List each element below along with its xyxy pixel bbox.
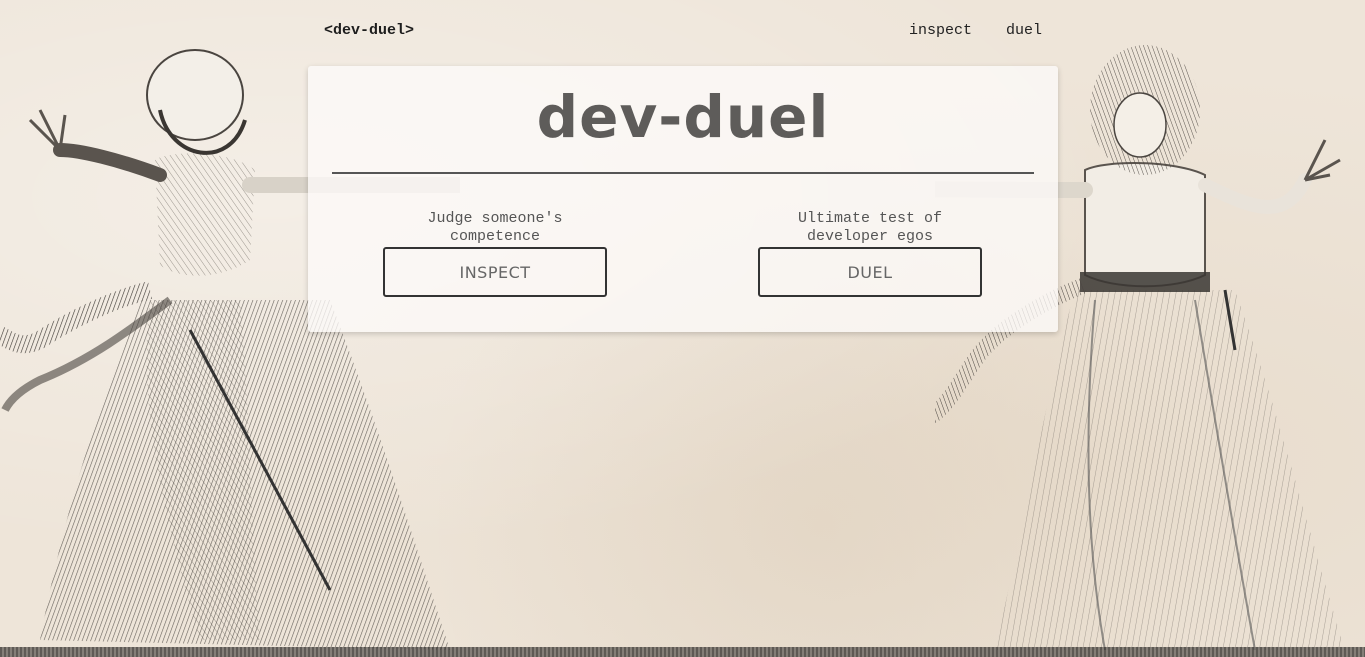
- nav-links: inspect duel: [909, 22, 1042, 39]
- brand-logo-link[interactable]: <dev-duel>: [324, 22, 414, 39]
- duel-button[interactable]: DUEL: [758, 247, 982, 297]
- title-divider: [332, 172, 1034, 174]
- inspect-description: Judge someone's competence: [427, 210, 563, 245]
- hero-card: dev-duel Judge someone's competence INSP…: [308, 66, 1058, 332]
- page-title: dev-duel: [536, 83, 830, 151]
- duel-description: Ultimate test of developer egos: [797, 210, 943, 245]
- nav-link-inspect[interactable]: inspect: [909, 22, 972, 39]
- floor-line: [0, 647, 1365, 657]
- duel-option: Ultimate test of developer egos DUEL: [758, 210, 982, 297]
- top-navbar: <dev-duel> inspect duel: [324, 22, 1042, 42]
- inspect-button[interactable]: INSPECT: [383, 247, 607, 297]
- inspect-option: Judge someone's competence INSPECT: [383, 210, 607, 297]
- nav-link-duel[interactable]: duel: [1006, 22, 1042, 39]
